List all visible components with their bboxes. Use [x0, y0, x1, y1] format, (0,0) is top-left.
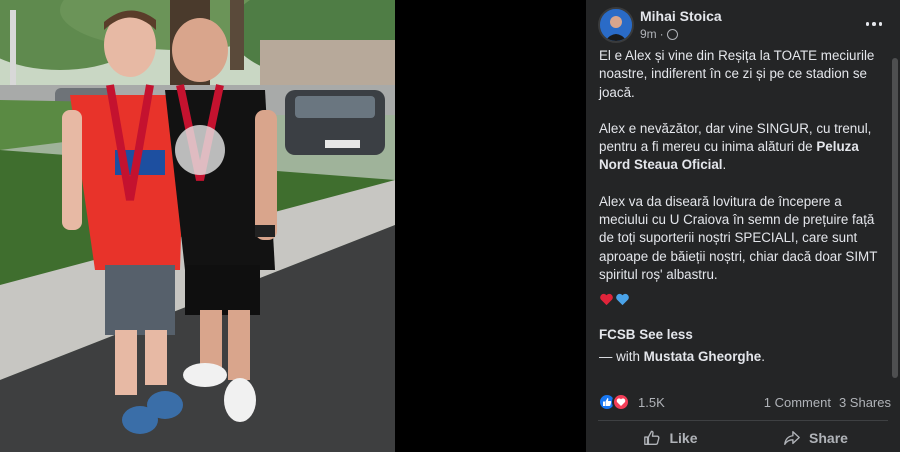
reaction-icons[interactable] — [598, 393, 630, 411]
meta-separator: · — [659, 27, 664, 41]
thumbs-up-icon — [644, 430, 660, 445]
divider — [598, 420, 888, 421]
scrollbar[interactable] — [892, 58, 898, 378]
post-paragraph: El e Alex și vine din Reșița la TOATE me… — [599, 48, 875, 100]
action-bar: Like Share — [598, 424, 888, 452]
post-text: El e Alex și vine din Reșița la TOATE me… — [599, 47, 891, 302]
like-button[interactable]: Like — [598, 424, 743, 452]
post-time[interactable]: 9m — [640, 27, 657, 41]
photo-viewer — [0, 0, 586, 452]
see-less-link[interactable]: See less — [639, 327, 693, 342]
shares-count[interactable]: 3 Shares — [839, 395, 891, 410]
post-header: Mihai Stoica 9m · — [598, 6, 888, 46]
more-dot — [878, 22, 883, 26]
comments-count[interactable]: 1 Comment — [764, 395, 831, 410]
author-name[interactable]: Mihai Stoica — [640, 8, 722, 24]
post-content[interactable]: Mihai Stoica 9m · El e Alex și vine din … — [586, 0, 900, 452]
post-panel: Mihai Stoica 9m · El e Alex și vine din … — [586, 0, 900, 452]
tagged-person-link[interactable]: Mustata Gheorghe — [644, 349, 762, 364]
share-label: Share — [809, 430, 848, 446]
love-reaction-icon — [612, 393, 630, 411]
share-button[interactable]: Share — [743, 424, 888, 452]
with-prefix: — with — [599, 349, 644, 364]
more-options-button[interactable] — [860, 12, 888, 36]
globe-icon — [666, 28, 678, 40]
with-suffix: . — [761, 349, 765, 364]
emoji-row — [599, 292, 630, 307]
post-stats: 1.5K 1 Comment 3 Shares — [598, 393, 891, 413]
avatar[interactable] — [598, 7, 634, 43]
red-heart-icon — [600, 293, 613, 306]
post-photo[interactable] — [0, 0, 395, 452]
with-line: — with Mustata Gheorghe. — [599, 349, 765, 364]
post-paragraph: Alex e nevăzător, dar vine SINGUR, cu tr… — [599, 120, 891, 175]
blue-heart-icon — [616, 293, 629, 306]
post-paragraph: Alex va da diseară lovitura de începere … — [599, 193, 878, 282]
more-dot — [872, 22, 876, 26]
engagement-counts: 1 Comment 3 Shares — [764, 395, 891, 410]
like-label: Like — [669, 430, 698, 446]
reaction-count[interactable]: 1.5K — [638, 395, 665, 410]
share-arrow-icon — [784, 431, 800, 445]
paragraph-punct: . — [722, 157, 727, 173]
hashtag-label: FCSB — [599, 327, 636, 342]
tag-line: FCSB See less — [599, 327, 693, 342]
more-horizontal-icon — [865, 22, 870, 26]
post-meta: 9m · — [640, 27, 678, 41]
